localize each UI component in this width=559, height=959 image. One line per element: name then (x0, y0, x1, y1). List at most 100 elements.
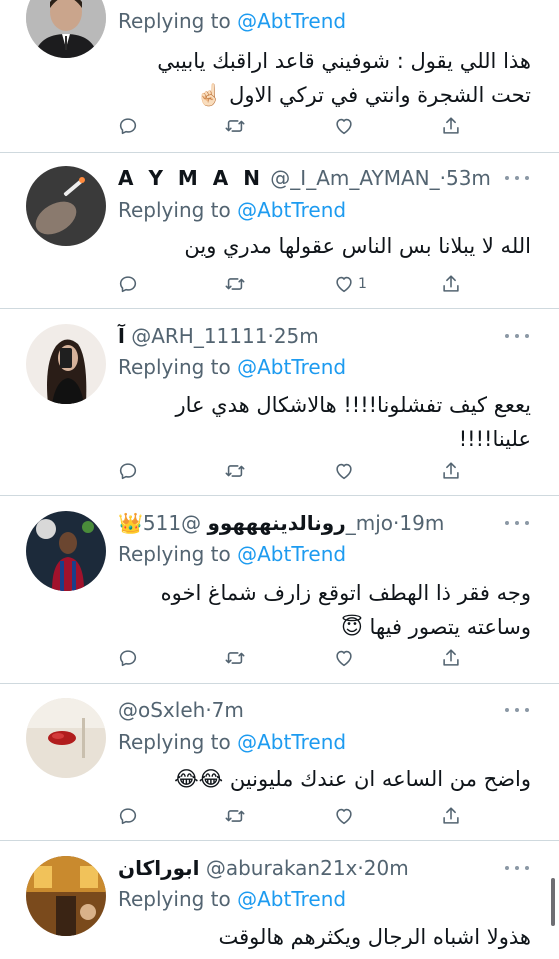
like-button[interactable] (333, 111, 358, 141)
more-dot (525, 866, 529, 870)
handle[interactable]: @ARH_11111 (131, 324, 267, 348)
more-dot (525, 708, 529, 712)
tweet-actions (0, 801, 559, 831)
avatar[interactable] (26, 856, 106, 936)
like-button[interactable] (333, 456, 358, 486)
timestamp[interactable]: 7m (212, 698, 244, 722)
share-button[interactable] (440, 801, 462, 831)
mention-link[interactable]: @AbtTrend (237, 730, 346, 754)
reply-icon (119, 276, 137, 293)
more-dot (505, 866, 509, 870)
tweet-header: @oSxleh·7m (118, 696, 244, 724)
mention-link[interactable]: @AbtTrend (237, 887, 346, 911)
divider (0, 152, 559, 153)
retweet-icon (225, 120, 245, 132)
replying-to: Replying to @AbtTrend (118, 728, 346, 756)
more-dot (515, 176, 519, 180)
share-button[interactable] (440, 111, 462, 141)
reply-button[interactable] (117, 456, 139, 486)
more-dot (515, 521, 519, 525)
avatar[interactable] (26, 0, 106, 58)
mention-link[interactable]: @AbtTrend (237, 542, 346, 566)
avatar[interactable] (26, 511, 106, 591)
more-dot (515, 866, 519, 870)
reply-button[interactable] (117, 643, 139, 673)
display-name[interactable]: A Y M A N (118, 166, 264, 190)
tweet-text: الله لا يبلانا بس الناس عقولها مدري وين (184, 234, 531, 258)
share-button[interactable] (440, 269, 462, 299)
more-options-button[interactable] (505, 168, 529, 188)
divider (0, 308, 559, 309)
handle[interactable]: @_I_Am_AYMAN_ (270, 166, 439, 190)
mention-link[interactable]: @AbtTrend (237, 355, 346, 379)
reply-button[interactable] (117, 801, 139, 831)
handle[interactable]: @aburakan21x (206, 856, 358, 880)
timestamp[interactable]: 53m (446, 166, 491, 190)
reply-button[interactable] (117, 111, 139, 141)
tweet-header: آ @ARH_11111·25m (118, 322, 319, 350)
avatar[interactable] (26, 324, 106, 404)
avatar-red-object-icon (26, 698, 106, 778)
scrollbar[interactable] (551, 878, 555, 926)
share-icon (443, 117, 459, 134)
more-dot (505, 521, 509, 525)
more-dot (505, 708, 509, 712)
share-icon (443, 275, 459, 292)
retweet-button[interactable] (224, 456, 246, 486)
divider (0, 495, 559, 496)
like-button[interactable] (333, 643, 358, 673)
retweet-button[interactable] (224, 801, 246, 831)
reply-icon (119, 650, 137, 667)
timestamp[interactable]: 25m (274, 324, 319, 348)
retweet-button[interactable] (224, 111, 246, 141)
display-name[interactable]: ابوراكان (118, 856, 199, 880)
reply-icon (119, 118, 137, 135)
retweet-button[interactable] (224, 643, 246, 673)
tweet-actions (0, 111, 559, 141)
handle[interactable]: @oSxleh (118, 698, 205, 722)
display-name[interactable]: آ (118, 324, 125, 348)
retweet-icon (225, 810, 245, 822)
mention-link[interactable]: @AbtTrend (237, 198, 346, 222)
replying-prefix: Replying to (118, 9, 231, 33)
more-dot (515, 334, 519, 338)
replying-to: Replying to @AbtTrend (118, 7, 346, 35)
tweet-actions (0, 456, 559, 486)
replying-prefix: Replying to (118, 887, 231, 911)
replying-prefix: Replying to (118, 542, 231, 566)
tweet-header: 👑 رونالدينهههوو @511_mjo·19m (118, 509, 444, 537)
tweet-header: ابوراكان @aburakan21x·20m (118, 854, 409, 882)
tweet-actions (0, 643, 559, 673)
share-icon (443, 649, 459, 666)
timestamp[interactable]: 20m (364, 856, 409, 880)
share-button[interactable] (440, 456, 462, 486)
replying-prefix: Replying to (118, 198, 231, 222)
like-button[interactable] (333, 801, 358, 831)
replying-prefix: Replying to (118, 355, 231, 379)
more-options-button[interactable] (505, 700, 529, 720)
avatar-man-suit-icon (26, 0, 106, 58)
more-options-button[interactable] (505, 858, 529, 878)
retweet-button[interactable] (224, 269, 246, 299)
like-icon (336, 808, 352, 825)
tweet-text: هذولا اشباه الرجال ويكثرهم هالوقت (218, 925, 531, 949)
mention-link[interactable]: @AbtTrend (237, 9, 346, 33)
display-name[interactable]: رونالدينهههوو (207, 511, 345, 535)
reply-button[interactable] (117, 269, 139, 299)
timestamp[interactable]: 19m (399, 511, 444, 535)
like-icon (336, 463, 352, 480)
share-button[interactable] (440, 643, 462, 673)
more-dot (505, 176, 509, 180)
avatar[interactable] (26, 698, 106, 778)
avatar-footballer-icon (26, 511, 106, 591)
like-icon (336, 118, 352, 135)
more-dot (505, 334, 509, 338)
more-options-button[interactable] (505, 513, 529, 533)
more-options-button[interactable] (505, 326, 529, 346)
avatar-hand-cigarette-icon (26, 166, 106, 246)
like-button[interactable]: 1 (333, 269, 367, 299)
avatar-golden-room-icon (26, 856, 106, 936)
share-icon (443, 807, 459, 824)
avatar[interactable] (26, 166, 106, 246)
retweet-icon (225, 465, 245, 477)
